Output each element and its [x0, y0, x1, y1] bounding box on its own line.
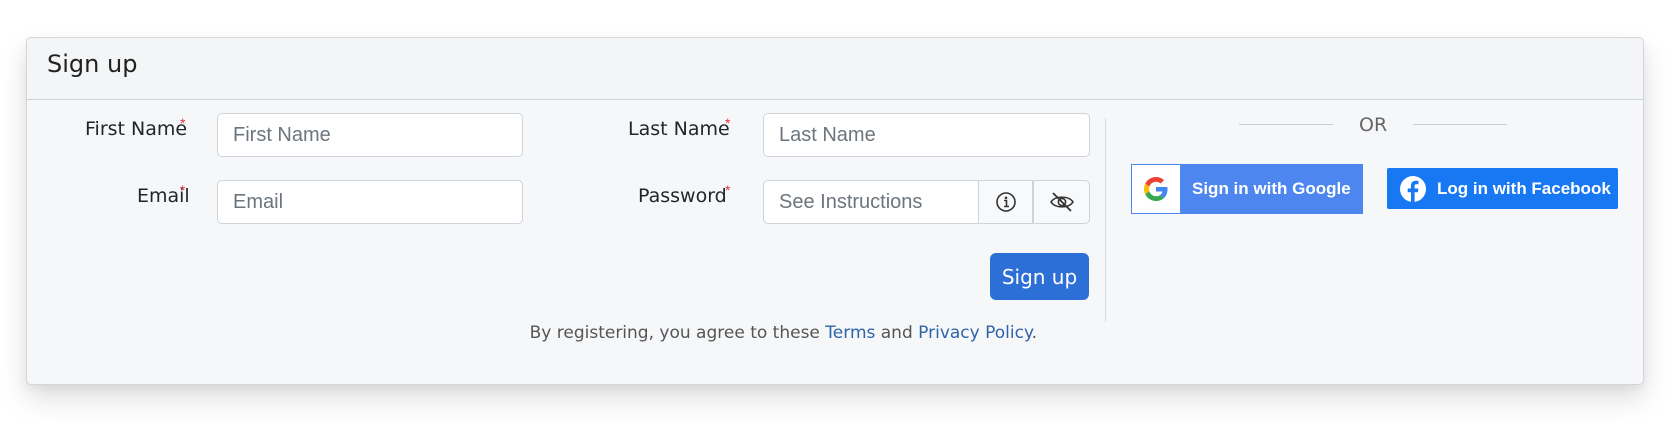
password-input[interactable] — [763, 180, 979, 224]
facebook-icon — [1400, 175, 1426, 202]
last-name-label: Last Name — [628, 118, 730, 140]
facebook-login-label: Log in with Facebook — [1437, 178, 1611, 198]
google-icon-box — [1132, 165, 1180, 213]
privacy-policy-link[interactable]: Privacy Policy — [918, 323, 1031, 343]
page-title: Sign up — [47, 50, 138, 78]
google-signin-button[interactable]: Sign in with Google — [1131, 164, 1363, 214]
first-name-input[interactable] — [217, 113, 523, 157]
email-required-mark: * — [180, 182, 186, 198]
card-header: Sign up — [27, 38, 1643, 100]
terms-link[interactable]: Terms — [825, 323, 875, 343]
or-label: OR — [1359, 114, 1388, 136]
or-divider-left — [1239, 124, 1333, 125]
section-divider — [1105, 118, 1106, 322]
google-icon — [1144, 177, 1168, 201]
signup-submit-button[interactable]: Sign up — [990, 253, 1089, 300]
password-label: Password — [638, 185, 727, 207]
first-name-label: First Name — [85, 118, 188, 140]
password-visibility-toggle[interactable] — [1033, 180, 1090, 224]
info-icon — [995, 192, 1016, 212]
password-required-mark: * — [725, 182, 731, 198]
terms-prefix: By registering, you agree to these — [529, 323, 826, 343]
terms-middle: and — [875, 323, 919, 343]
terms-suffix: . — [1031, 323, 1037, 343]
or-divider-right — [1413, 124, 1507, 125]
password-info-button[interactable] — [978, 180, 1033, 224]
last-name-required-mark: * — [725, 115, 731, 131]
last-name-input[interactable] — [763, 113, 1090, 157]
eye-slash-icon — [1049, 192, 1074, 212]
google-signin-label: Sign in with Google — [1192, 179, 1351, 198]
email-input[interactable] — [217, 180, 523, 224]
first-name-required-mark: * — [180, 115, 186, 131]
facebook-login-button[interactable]: Log in with Facebook — [1387, 168, 1618, 209]
signup-card: Sign up First Name * Last Name * Email *… — [26, 37, 1644, 385]
